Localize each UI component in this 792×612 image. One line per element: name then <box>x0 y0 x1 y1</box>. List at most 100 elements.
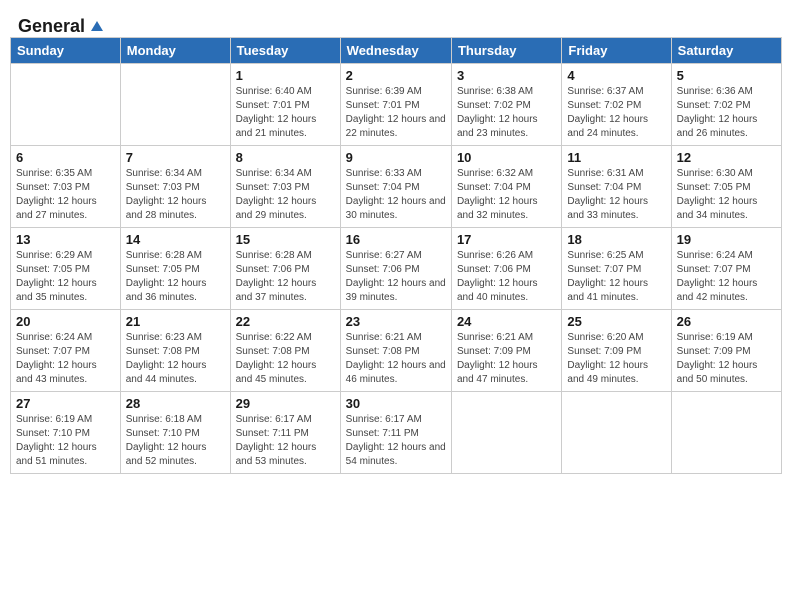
day-number: 8 <box>236 150 335 165</box>
calendar-cell: 9Sunrise: 6:33 AM Sunset: 7:04 PM Daylig… <box>340 146 451 228</box>
calendar-week-row: 1Sunrise: 6:40 AM Sunset: 7:01 PM Daylig… <box>11 64 782 146</box>
day-info: Sunrise: 6:33 AM Sunset: 7:04 PM Dayligh… <box>346 167 446 223</box>
day-info: Sunrise: 6:24 AM Sunset: 7:07 PM Dayligh… <box>677 249 776 305</box>
day-number: 10 <box>457 150 556 165</box>
day-number: 3 <box>457 68 556 83</box>
day-number: 14 <box>126 232 225 247</box>
calendar-week-row: 13 Sunrise: 6:29 AM Sunset: 7:05 PM Dayli… <box>11 228 782 310</box>
calendar-cell: 18 Sunrise: 6:25 AM Sunset: 7:07 PM Dayli… <box>562 228 671 310</box>
day-info: Sunrise: 6:30 AM Sunset: 7:05 PM Dayligh… <box>677 167 776 223</box>
day-info: Sunrise: 6:37 AM Sunset: 7:02 PM Dayligh… <box>567 85 665 141</box>
day-number: 18 <box>567 232 665 247</box>
calendar-cell: 21 Sunrise: 6:23 AM Sunset: 7:08 PM Dayli… <box>120 310 230 392</box>
day-info: Sunrise: 6:28 AM Sunset: 7:05 PM Dayligh… <box>126 249 225 305</box>
day-info: Sunrise: 6:18 AM Sunset: 7:10 PM Dayligh… <box>126 413 225 469</box>
day-info: Sunrise: 6:31 AM Sunset: 7:04 PM Dayligh… <box>567 167 665 223</box>
calendar-body: 1Sunrise: 6:40 AM Sunset: 7:01 PM Daylig… <box>11 64 782 474</box>
calendar-cell <box>120 64 230 146</box>
day-info: Sunrise: 6:35 AM Sunset: 7:03 PM Dayligh… <box>16 167 115 223</box>
day-info: Sunrise: 6:34 AM Sunset: 7:03 PM Dayligh… <box>126 167 225 223</box>
calendar-cell <box>671 392 781 474</box>
weekday-header: Sunday <box>11 38 121 64</box>
calendar-cell: 25Sunrise: 6:20 AM Sunset: 7:09 PM Dayli… <box>562 310 671 392</box>
day-number: 7 <box>126 150 225 165</box>
day-info: Sunrise: 6:24 AM Sunset: 7:07 PM Dayligh… <box>16 331 115 387</box>
day-info: Sunrise: 6:40 AM Sunset: 7:01 PM Dayligh… <box>236 85 335 141</box>
day-number: 6 <box>16 150 115 165</box>
calendar-cell: 12 Sunrise: 6:30 AM Sunset: 7:05 PM Dayli… <box>671 146 781 228</box>
calendar-cell: 17 Sunrise: 6:26 AM Sunset: 7:06 PM Dayli… <box>451 228 561 310</box>
calendar-header-row: SundayMondayTuesdayWednesdayThursdayFrid… <box>11 38 782 64</box>
day-info: Sunrise: 6:21 AM Sunset: 7:08 PM Dayligh… <box>346 331 446 387</box>
calendar-cell: 6 Sunrise: 6:35 AM Sunset: 7:03 PM Daylig… <box>11 146 121 228</box>
calendar-cell <box>451 392 561 474</box>
day-info: Sunrise: 6:17 AM Sunset: 7:11 PM Dayligh… <box>236 413 335 469</box>
calendar-cell: 11Sunrise: 6:31 AM Sunset: 7:04 PM Dayli… <box>562 146 671 228</box>
day-number: 2 <box>346 68 446 83</box>
calendar-cell: 16 Sunrise: 6:27 AM Sunset: 7:06 PM Dayli… <box>340 228 451 310</box>
weekday-header: Wednesday <box>340 38 451 64</box>
day-number: 19 <box>677 232 776 247</box>
day-number: 16 <box>346 232 446 247</box>
day-info: Sunrise: 6:39 AM Sunset: 7:01 PM Dayligh… <box>346 85 446 141</box>
day-number: 12 <box>677 150 776 165</box>
day-number: 26 <box>677 314 776 329</box>
calendar-cell: 3 Sunrise: 6:38 AM Sunset: 7:02 PM Daylig… <box>451 64 561 146</box>
calendar-week-row: 20 Sunrise: 6:24 AM Sunset: 7:07 PM Dayli… <box>11 310 782 392</box>
calendar-cell: 15 Sunrise: 6:28 AM Sunset: 7:06 PM Dayli… <box>230 228 340 310</box>
day-info: Sunrise: 6:34 AM Sunset: 7:03 PM Dayligh… <box>236 167 335 223</box>
weekday-header: Thursday <box>451 38 561 64</box>
day-info: Sunrise: 6:36 AM Sunset: 7:02 PM Dayligh… <box>677 85 776 141</box>
day-info: Sunrise: 6:32 AM Sunset: 7:04 PM Dayligh… <box>457 167 556 223</box>
day-number: 5 <box>677 68 776 83</box>
day-number: 15 <box>236 232 335 247</box>
calendar-cell: 7 Sunrise: 6:34 AM Sunset: 7:03 PM Daylig… <box>120 146 230 228</box>
day-number: 22 <box>236 314 335 329</box>
logo-general-text: General <box>18 16 85 37</box>
logo: General <box>18 16 107 33</box>
day-info: Sunrise: 6:20 AM Sunset: 7:09 PM Dayligh… <box>567 331 665 387</box>
calendar-cell: 24 Sunrise: 6:21 AM Sunset: 7:09 PM Dayli… <box>451 310 561 392</box>
day-number: 20 <box>16 314 115 329</box>
calendar-cell: 1Sunrise: 6:40 AM Sunset: 7:01 PM Daylig… <box>230 64 340 146</box>
calendar-cell <box>11 64 121 146</box>
calendar-cell: 8 Sunrise: 6:34 AM Sunset: 7:03 PM Daylig… <box>230 146 340 228</box>
day-info: Sunrise: 6:23 AM Sunset: 7:08 PM Dayligh… <box>126 331 225 387</box>
calendar-cell: 4 Sunrise: 6:37 AM Sunset: 7:02 PM Daylig… <box>562 64 671 146</box>
calendar-cell: 23 Sunrise: 6:21 AM Sunset: 7:08 PM Dayli… <box>340 310 451 392</box>
day-info: Sunrise: 6:22 AM Sunset: 7:08 PM Dayligh… <box>236 331 335 387</box>
day-number: 4 <box>567 68 665 83</box>
day-number: 24 <box>457 314 556 329</box>
calendar-cell: 28Sunrise: 6:18 AM Sunset: 7:10 PM Dayli… <box>120 392 230 474</box>
day-number: 17 <box>457 232 556 247</box>
day-number: 30 <box>346 396 446 411</box>
header: General <box>10 10 782 33</box>
day-info: Sunrise: 6:28 AM Sunset: 7:06 PM Dayligh… <box>236 249 335 305</box>
logo-icon <box>87 17 107 37</box>
calendar-cell: 29 Sunrise: 6:17 AM Sunset: 7:11 PM Dayli… <box>230 392 340 474</box>
calendar-table: SundayMondayTuesdayWednesdayThursdayFrid… <box>10 37 782 474</box>
day-info: Sunrise: 6:17 AM Sunset: 7:11 PM Dayligh… <box>346 413 446 469</box>
calendar-cell: 14 Sunrise: 6:28 AM Sunset: 7:05 PM Dayli… <box>120 228 230 310</box>
day-number: 29 <box>236 396 335 411</box>
day-number: 21 <box>126 314 225 329</box>
weekday-header: Saturday <box>671 38 781 64</box>
day-info: Sunrise: 6:21 AM Sunset: 7:09 PM Dayligh… <box>457 331 556 387</box>
day-info: Sunrise: 6:25 AM Sunset: 7:07 PM Dayligh… <box>567 249 665 305</box>
day-info: Sunrise: 6:29 AM Sunset: 7:05 PM Dayligh… <box>16 249 115 305</box>
weekday-header: Monday <box>120 38 230 64</box>
calendar-cell: 5 Sunrise: 6:36 AM Sunset: 7:02 PM Daylig… <box>671 64 781 146</box>
calendar-cell: 20 Sunrise: 6:24 AM Sunset: 7:07 PM Dayli… <box>11 310 121 392</box>
day-info: Sunrise: 6:19 AM Sunset: 7:09 PM Dayligh… <box>677 331 776 387</box>
day-info: Sunrise: 6:26 AM Sunset: 7:06 PM Dayligh… <box>457 249 556 305</box>
day-info: Sunrise: 6:19 AM Sunset: 7:10 PM Dayligh… <box>16 413 115 469</box>
calendar-cell: 26 Sunrise: 6:19 AM Sunset: 7:09 PM Dayli… <box>671 310 781 392</box>
day-number: 23 <box>346 314 446 329</box>
day-info: Sunrise: 6:27 AM Sunset: 7:06 PM Dayligh… <box>346 249 446 305</box>
day-info: Sunrise: 6:38 AM Sunset: 7:02 PM Dayligh… <box>457 85 556 141</box>
calendar-week-row: 6 Sunrise: 6:35 AM Sunset: 7:03 PM Daylig… <box>11 146 782 228</box>
calendar-cell: 10 Sunrise: 6:32 AM Sunset: 7:04 PM Dayli… <box>451 146 561 228</box>
day-number: 13 <box>16 232 115 247</box>
weekday-header: Tuesday <box>230 38 340 64</box>
calendar-cell: 22 Sunrise: 6:22 AM Sunset: 7:08 PM Dayli… <box>230 310 340 392</box>
